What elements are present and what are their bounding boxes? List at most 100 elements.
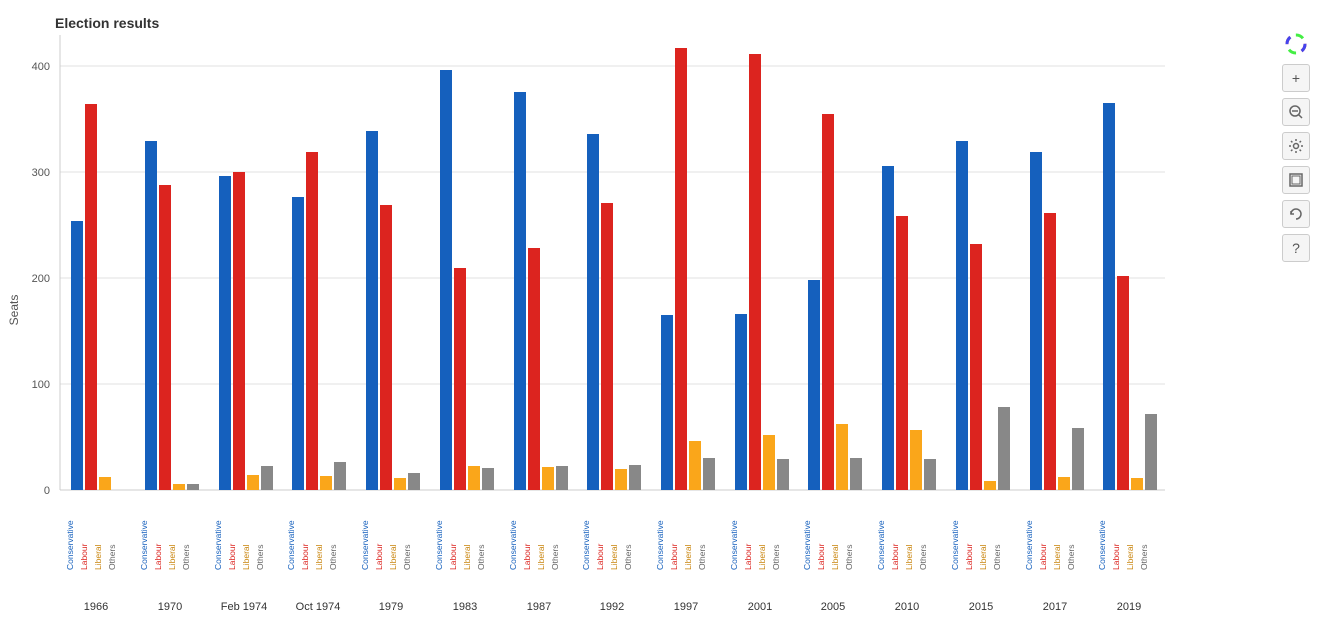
label-oct1974-labour: Labour (300, 543, 310, 570)
bar-2017-conservative (1030, 152, 1042, 490)
bar-2010-liberal (910, 430, 922, 490)
bar-oct1974-others (334, 462, 346, 490)
bar-2001-conservative (735, 314, 747, 490)
label-feb1974-liberal: Liberal (241, 544, 251, 570)
year-2010: 2010 (895, 601, 919, 613)
bar-feb1974-liberal (247, 475, 259, 490)
bar-2001-labour (749, 54, 761, 490)
label-2015-liberal: Liberal (978, 544, 988, 570)
y-tick-300: 300 (32, 167, 50, 179)
label-2017-others: Others (1066, 544, 1076, 570)
label-1983-conservative: Conservative (434, 520, 444, 570)
bar-oct1974-liberal (320, 476, 332, 490)
bar-1987-liberal (542, 467, 554, 490)
bar-1997-labour (675, 48, 687, 490)
toolbar: + ? (1282, 30, 1310, 262)
bar-1970-liberal (173, 484, 185, 490)
bar-1966-labour (85, 104, 97, 490)
bar-oct1974-labour (306, 152, 318, 490)
rainbow-tool-button[interactable] (1282, 30, 1310, 58)
bar-1992-others (629, 465, 641, 490)
bar-2005-labour (822, 114, 834, 490)
bar-2010-conservative (882, 166, 894, 490)
bar-1983-others (482, 468, 494, 490)
label-2019-labour: Labour (1111, 543, 1121, 570)
label-1979-conservative: Conservative (360, 520, 370, 570)
bar-2017-labour (1044, 213, 1056, 490)
bar-2001-others (777, 459, 789, 490)
zoom-in-button[interactable]: + (1282, 64, 1310, 92)
settings-button[interactable] (1282, 132, 1310, 160)
bar-2017-others (1072, 428, 1084, 490)
label-2010-liberal: Liberal (904, 544, 914, 570)
reset-button[interactable] (1282, 200, 1310, 228)
label-1979-others: Others (402, 544, 412, 570)
bar-1970-others (187, 484, 199, 490)
bar-2019-liberal (1131, 478, 1143, 490)
bar-2015-liberal (984, 481, 996, 490)
bar-2019-others (1145, 414, 1157, 490)
label-1992-liberal: Liberal (609, 544, 619, 570)
help-button[interactable]: ? (1282, 234, 1310, 262)
bar-1979-conservative (366, 131, 378, 490)
label-2001-others: Others (771, 544, 781, 570)
bar-1979-liberal (394, 478, 406, 490)
bar-1979-labour (380, 205, 392, 490)
y-tick-400: 400 (32, 61, 50, 73)
bar-1992-labour (601, 203, 613, 490)
label-1997-conservative: Conservative (655, 520, 665, 570)
bar-feb1974-others (261, 466, 273, 490)
label-2005-labour: Labour (816, 543, 826, 570)
label-oct1974-others: Others (328, 544, 338, 570)
label-2015-labour: Labour (964, 543, 974, 570)
bar-1987-conservative (514, 92, 526, 490)
label-1983-others: Others (476, 544, 486, 570)
bar-feb1974-conservative (219, 176, 231, 490)
bar-2005-others (850, 458, 862, 490)
year-1966: 1966 (84, 601, 108, 613)
chart-svg: Seats 0 100 200 300 400 (0, 0, 1320, 628)
label-2010-others: Others (918, 544, 928, 570)
label-1987-labour: Labour (522, 543, 532, 570)
chart-container: Election results Seats 0 100 200 300 400 (0, 0, 1320, 628)
y-tick-200: 200 (32, 273, 50, 285)
bar-1966-conservative (71, 221, 83, 490)
year-2017: 2017 (1043, 601, 1067, 613)
label-2017-liberal: Liberal (1052, 544, 1062, 570)
frame-button[interactable] (1282, 166, 1310, 194)
year-2019: 2019 (1117, 601, 1141, 613)
label-2010-conservative: Conservative (876, 520, 886, 570)
bar-1997-conservative (661, 315, 673, 490)
y-axis-label: Seats (7, 295, 21, 326)
label-2001-labour: Labour (743, 543, 753, 570)
bar-1970-labour (159, 185, 171, 490)
label-1966-liberal: Liberal (93, 544, 103, 570)
bar-1997-liberal (689, 441, 701, 490)
bar-2001-liberal (763, 435, 775, 490)
label-2001-liberal: Liberal (757, 544, 767, 570)
label-feb1974-labour: Labour (227, 543, 237, 570)
label-1983-labour: Labour (448, 543, 458, 570)
label-1992-others: Others (623, 544, 633, 570)
bar-1992-conservative (587, 134, 599, 490)
zoom-out-button[interactable] (1282, 98, 1310, 126)
label-1970-labour: Labour (153, 543, 163, 570)
y-tick-0: 0 (44, 485, 50, 497)
label-1966-conservative: Conservative (65, 520, 75, 570)
year-1970: 1970 (158, 601, 182, 613)
label-1983-liberal: Liberal (462, 544, 472, 570)
label-2001-conservative: Conservative (729, 520, 739, 570)
label-1992-labour: Labour (595, 543, 605, 570)
label-oct1974-liberal: Liberal (314, 544, 324, 570)
bar-2005-liberal (836, 424, 848, 490)
label-1979-liberal: Liberal (388, 544, 398, 570)
y-tick-100: 100 (32, 379, 50, 391)
bar-1987-others (556, 466, 568, 490)
label-2015-conservative: Conservative (950, 520, 960, 570)
year-feb1974: Feb 1974 (221, 601, 267, 613)
label-2017-conservative: Conservative (1024, 520, 1034, 570)
label-2019-conservative: Conservative (1097, 520, 1107, 570)
bar-2015-labour (970, 244, 982, 490)
bar-1997-others (703, 458, 715, 490)
year-2001: 2001 (748, 601, 772, 613)
